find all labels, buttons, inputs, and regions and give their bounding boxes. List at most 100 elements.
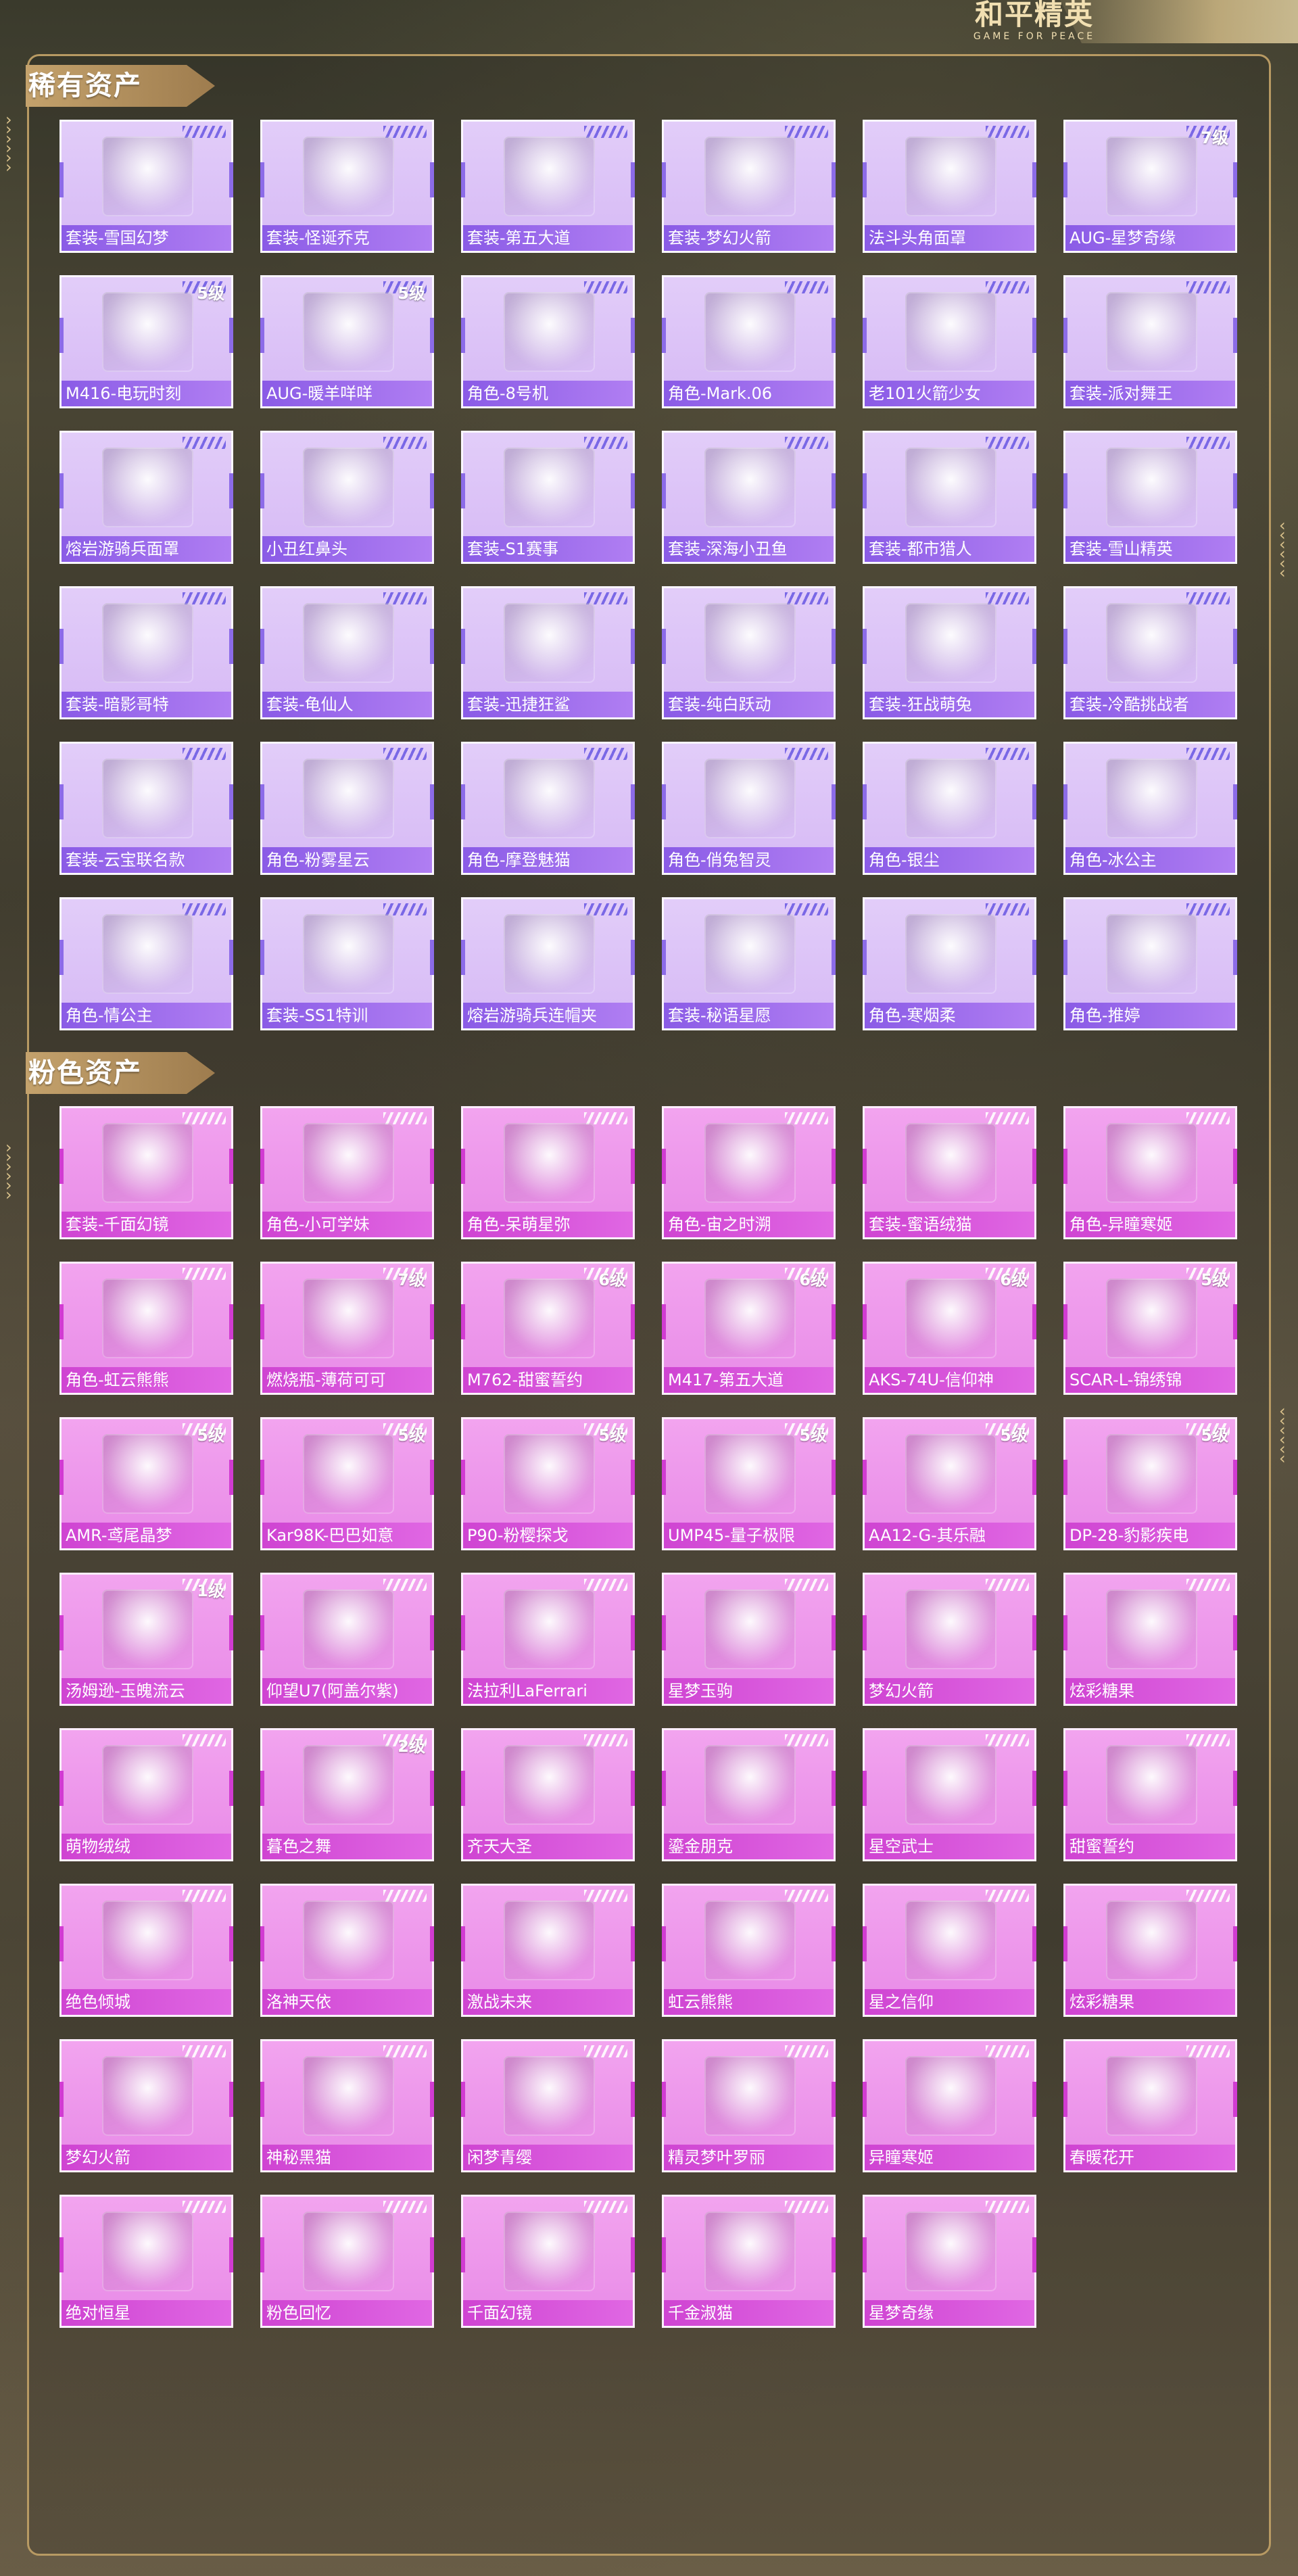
item-name: M416-电玩时刻: [62, 381, 231, 406]
asset-card[interactable]: 齐天大圣: [461, 1728, 635, 1861]
asset-card[interactable]: 星空武士: [863, 1728, 1036, 1861]
asset-card[interactable]: 套装-梦幻火箭: [662, 120, 836, 253]
asset-card[interactable]: 套装-冷酷挑战者: [1063, 586, 1237, 719]
asset-card[interactable]: 套装-怪诞乔克: [260, 120, 434, 253]
asset-card[interactable]: 精灵梦叶罗丽: [662, 2039, 836, 2172]
asset-card[interactable]: 角色-小可学妹: [260, 1106, 434, 1239]
asset-card[interactable]: 千金淑猫: [662, 2195, 836, 2328]
asset-card[interactable]: 熔岩游骑兵面罩: [59, 431, 233, 564]
asset-card[interactable]: 角色-俏兔智灵: [662, 742, 836, 875]
asset-card[interactable]: 套装-雪国幻梦: [59, 120, 233, 253]
asset-card[interactable]: 星之信仰: [863, 1884, 1036, 2017]
asset-card[interactable]: 套装-迅捷狂鲨: [461, 586, 635, 719]
asset-card[interactable]: 6级 M762-甜蜜誓约: [461, 1262, 635, 1395]
asset-card[interactable]: 绝对恒星: [59, 2195, 233, 2328]
item-name: 闲梦青缨: [463, 2145, 633, 2170]
card-edge-mark: [229, 318, 233, 353]
asset-card[interactable]: 角色-呆萌星弥: [461, 1106, 635, 1239]
asset-card[interactable]: 法斗头角面罩: [863, 120, 1036, 253]
asset-card[interactable]: 虹云熊熊: [662, 1884, 836, 2017]
asset-card[interactable]: 1级 汤姆逊-玉魄流云: [59, 1573, 233, 1706]
card-edge-mark: [832, 940, 836, 975]
asset-card[interactable]: 5级 DP-28-豹影疾电: [1063, 1417, 1237, 1550]
item-thumbnail: [102, 2056, 193, 2136]
asset-card[interactable]: 角色-虹云熊熊: [59, 1262, 233, 1395]
asset-card[interactable]: 激战未来: [461, 1884, 635, 2017]
asset-card[interactable]: 7级 燃烧瓶-薄荷可可: [260, 1262, 434, 1395]
asset-card[interactable]: 角色-情公主: [59, 897, 233, 1030]
asset-card[interactable]: 炫彩糖果: [1063, 1884, 1237, 2017]
asset-card[interactable]: 套装-暗影哥特: [59, 586, 233, 719]
asset-card[interactable]: 套装-深海小丑鱼: [662, 431, 836, 564]
asset-card[interactable]: 套装-第五大道: [461, 120, 635, 253]
asset-card[interactable]: 甜蜜誓约: [1063, 1728, 1237, 1861]
asset-card[interactable]: 套装-都市猎人: [863, 431, 1036, 564]
asset-card[interactable]: 角色-银尘: [863, 742, 1036, 875]
asset-card[interactable]: 2级 暮色之舞: [260, 1728, 434, 1861]
card-edge-mark: [863, 1615, 867, 1650]
asset-card[interactable]: 套装-狂战萌兔: [863, 586, 1036, 719]
asset-card[interactable]: 春暖花开: [1063, 2039, 1237, 2172]
asset-card[interactable]: 粉色回忆: [260, 2195, 434, 2328]
asset-card[interactable]: 5级 P90-粉樱探戈: [461, 1417, 635, 1550]
asset-card[interactable]: 异瞳寒姬: [863, 2039, 1036, 2172]
asset-card[interactable]: 套装-云宝联名款: [59, 742, 233, 875]
asset-card[interactable]: 角色-寒烟柔: [863, 897, 1036, 1030]
card-edge-mark: [631, 2082, 635, 2117]
asset-card[interactable]: 角色-宙之时溯: [662, 1106, 836, 1239]
item-name: 法斗头角面罩: [865, 225, 1034, 251]
asset-card[interactable]: 角色-Mark.06: [662, 275, 836, 408]
asset-card[interactable]: 梦幻火箭: [59, 2039, 233, 2172]
asset-card[interactable]: 角色-冰公主: [1063, 742, 1237, 875]
asset-card[interactable]: 套装-雪山精英: [1063, 431, 1237, 564]
card-edge-mark: [229, 162, 233, 197]
asset-card[interactable]: 5级 M416-电玩时刻: [59, 275, 233, 408]
item-name: 星梦玉驹: [664, 1678, 834, 1704]
asset-card[interactable]: 神秘黑猫: [260, 2039, 434, 2172]
asset-card[interactable]: 套装-派对舞王: [1063, 275, 1237, 408]
asset-card[interactable]: 炫彩糖果: [1063, 1573, 1237, 1706]
asset-card[interactable]: 6级 M417-第五大道: [662, 1262, 836, 1395]
asset-card[interactable]: 5级 AUG-暖羊咩咩: [260, 275, 434, 408]
asset-card[interactable]: 千面幻镜: [461, 2195, 635, 2328]
asset-card[interactable]: 梦幻火箭: [863, 1573, 1036, 1706]
asset-card[interactable]: 5级 AMR-鸢尾晶梦: [59, 1417, 233, 1550]
asset-card[interactable]: 5级 SCAR-L-锦绣锦: [1063, 1262, 1237, 1395]
asset-card[interactable]: 5级 UMP45-量子极限: [662, 1417, 836, 1550]
asset-card[interactable]: 7级 AUG-星梦奇缘: [1063, 120, 1237, 253]
asset-card[interactable]: 套装-千面幻镜: [59, 1106, 233, 1239]
asset-card[interactable]: 洛神天依: [260, 1884, 434, 2017]
asset-card[interactable]: 老101火箭少女: [863, 275, 1036, 408]
asset-card[interactable]: 角色-粉雾星云: [260, 742, 434, 875]
asset-card[interactable]: 套装-龟仙人: [260, 586, 434, 719]
asset-card[interactable]: 星梦奇缘: [863, 2195, 1036, 2328]
asset-card[interactable]: 角色-摩登魅猫: [461, 742, 635, 875]
asset-card[interactable]: 角色-8号机: [461, 275, 635, 408]
asset-card[interactable]: 仰望U7(阿盖尔紫): [260, 1573, 434, 1706]
asset-card[interactable]: 闲梦青缨: [461, 2039, 635, 2172]
asset-card[interactable]: 5级 Kar98K-巴巴如意: [260, 1417, 434, 1550]
asset-card[interactable]: 套装-秘语星愿: [662, 897, 836, 1030]
card-edge-mark: [461, 162, 465, 197]
asset-card[interactable]: 5级 AA12-G-其乐融: [863, 1417, 1036, 1550]
asset-card[interactable]: 星梦玉驹: [662, 1573, 836, 1706]
asset-card[interactable]: 法拉利LaFerrari: [461, 1573, 635, 1706]
asset-card[interactable]: 套装-纯白跃动: [662, 586, 836, 719]
asset-card[interactable]: 套装-S1赛事: [461, 431, 635, 564]
asset-card[interactable]: 角色-异瞳寒姬: [1063, 1106, 1237, 1239]
item-thumbnail: [102, 1279, 193, 1358]
asset-card[interactable]: 绝色倾城: [59, 1884, 233, 2017]
asset-card[interactable]: 小丑红鼻头: [260, 431, 434, 564]
asset-card[interactable]: 熔岩游骑兵连帽夹: [461, 897, 635, 1030]
asset-card[interactable]: 萌物绒绒: [59, 1728, 233, 1861]
asset-card[interactable]: 角色-推婷: [1063, 897, 1237, 1030]
asset-card[interactable]: 6级 AKS-74U-信仰神: [863, 1262, 1036, 1395]
asset-card[interactable]: 套装-SS1特训: [260, 897, 434, 1030]
asset-card[interactable]: 鎏金朋克: [662, 1728, 836, 1861]
card-edge-mark: [260, 473, 264, 508]
item-name: 神秘黑猫: [262, 2145, 432, 2170]
item-thumbnail: [303, 2056, 394, 2136]
item-thumbnail: [704, 1279, 796, 1358]
level-badge: 5级: [197, 1426, 224, 1445]
asset-card[interactable]: 套装-蜜语绒猫: [863, 1106, 1036, 1239]
